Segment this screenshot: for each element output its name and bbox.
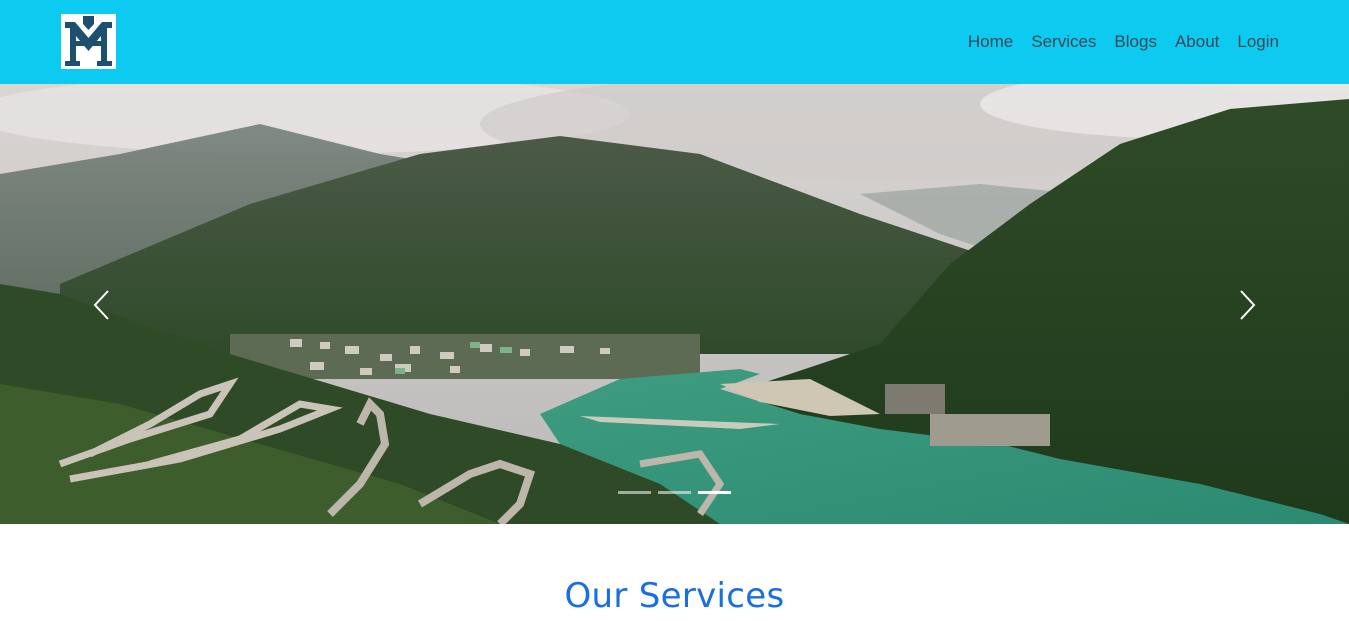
nav-link-login[interactable]: Login: [1237, 32, 1279, 52]
nav-link-home[interactable]: Home: [968, 32, 1013, 52]
services-heading: Our Services: [564, 576, 785, 616]
chevron-left-icon: [93, 290, 109, 320]
nav-link-blogs[interactable]: Blogs: [1114, 32, 1157, 52]
carousel-indicators: [618, 491, 731, 494]
mh-monogram-logo[interactable]: [61, 14, 116, 69]
carousel-indicator-2[interactable]: [658, 491, 691, 494]
chevron-right-icon: [1240, 290, 1256, 320]
hero-carousel: [0, 84, 1349, 524]
main-nav: Home Services Blogs About Login: [968, 0, 1279, 84]
nav-link-services[interactable]: Services: [1031, 32, 1096, 52]
carousel-indicator-1[interactable]: [618, 491, 651, 494]
carousel-slide-image: [0, 84, 1349, 524]
nav-link-about[interactable]: About: [1175, 32, 1219, 52]
carousel-prev-button[interactable]: [82, 280, 122, 330]
navbar: Home Services Blogs About Login: [0, 0, 1349, 84]
carousel-next-button[interactable]: [1227, 280, 1267, 330]
carousel-indicator-3[interactable]: [698, 491, 731, 494]
